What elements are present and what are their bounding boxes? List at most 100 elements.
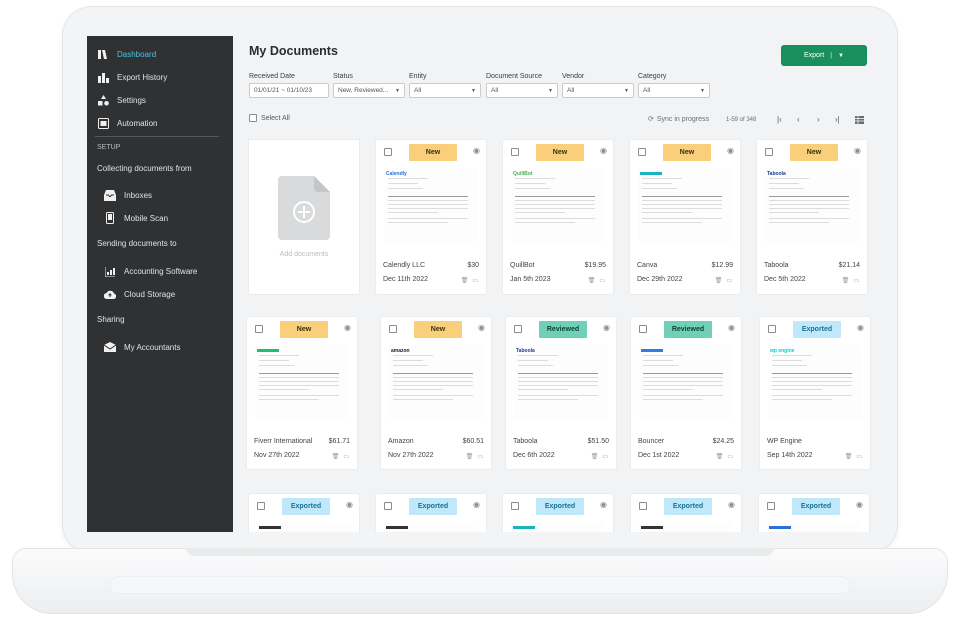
- document-line: [388, 188, 423, 189]
- document-line: [259, 373, 339, 374]
- sidebar-item-settings[interactable]: Settings: [97, 94, 146, 106]
- status-badge: Exported: [664, 498, 712, 515]
- date-range-input[interactable]: 01/01/21 ~ 01/10/23: [249, 83, 329, 98]
- eye-icon[interactable]: ◉: [727, 146, 734, 155]
- sidebar-item-dashboard[interactable]: Dashboard: [97, 48, 156, 60]
- document-card[interactable]: Exported ◉: [503, 494, 613, 532]
- document-line: [643, 399, 703, 400]
- document-checkbox[interactable]: [514, 325, 522, 333]
- document-card[interactable]: Exported ◉: [631, 494, 741, 532]
- tag-icon[interactable]: ▭: [599, 277, 605, 284]
- sidebar-item-mobile-scan[interactable]: Mobile Scan: [104, 212, 168, 224]
- select-all-checkbox[interactable]: [249, 114, 257, 122]
- document-checkbox[interactable]: [255, 325, 263, 333]
- document-card[interactable]: Reviewed ◉ Taboola Taboola $51.50 Dec 6th 202…: [506, 317, 616, 469]
- document-card[interactable]: New ◉ QuillBot QuillBot $19.95 Jan 5th 2023 🗑 ▭: [503, 140, 613, 294]
- document-card[interactable]: Exported ◉: [376, 494, 486, 532]
- document-checkbox[interactable]: [257, 502, 265, 510]
- vendor-logo: Taboola: [767, 171, 786, 177]
- trash-icon[interactable]: 🗑: [332, 453, 340, 460]
- document-checkbox[interactable]: [765, 148, 773, 156]
- chevron-down-icon[interactable]: ▼: [838, 53, 844, 59]
- eye-icon[interactable]: ◉: [344, 323, 351, 332]
- sidebar-item-my-accountants[interactable]: My Accountants: [104, 341, 180, 353]
- next-page-icon[interactable]: ›: [817, 115, 820, 124]
- document-line: [515, 208, 595, 209]
- tag-icon[interactable]: ▭: [477, 453, 483, 460]
- document-card[interactable]: Exported ◉: [249, 494, 359, 532]
- document-card[interactable]: New ◉ Canva $12.99 Dec 29th 2022 🗑 ▭: [630, 140, 740, 294]
- document-card[interactable]: New ◉ Calendly Calendly LLC $30 Dec 11th 2022…: [376, 140, 486, 294]
- first-page-icon[interactable]: |‹: [777, 115, 782, 124]
- document-card[interactable]: New ◉ Taboola Taboola $21.14 Dec 5th 2022 🗑 ▭: [757, 140, 867, 294]
- eye-icon[interactable]: ◉: [603, 323, 610, 332]
- eye-icon[interactable]: ◉: [600, 500, 607, 509]
- document-checkbox[interactable]: [767, 502, 775, 510]
- category-select[interactable]: All ▼: [638, 83, 710, 98]
- eye-icon[interactable]: ◉: [728, 323, 735, 332]
- eye-icon[interactable]: ◉: [478, 323, 485, 332]
- tag-icon[interactable]: ▭: [343, 453, 349, 460]
- trash-icon[interactable]: 🗑: [466, 453, 474, 460]
- document-line: [259, 360, 289, 361]
- bar-chart-icon: [97, 71, 109, 83]
- tag-icon[interactable]: ▭: [727, 453, 733, 460]
- tag-icon[interactable]: ▭: [472, 277, 478, 284]
- sidebar-item-automation[interactable]: Automation: [97, 117, 157, 129]
- status-badge: Exported: [793, 321, 841, 338]
- vendor-select[interactable]: All ▼: [562, 83, 634, 98]
- document-checkbox[interactable]: [639, 325, 647, 333]
- document-checkbox[interactable]: [511, 502, 519, 510]
- eye-icon[interactable]: ◉: [854, 146, 861, 155]
- tag-icon[interactable]: ▭: [856, 453, 862, 460]
- list-view-icon[interactable]: [855, 116, 864, 124]
- eye-icon[interactable]: ◉: [473, 146, 480, 155]
- document-card[interactable]: New ◉ amazon Amazon $60.51 Nov 27th 2022 🗑 ▭: [381, 317, 491, 469]
- tag-icon[interactable]: ▭: [726, 277, 732, 284]
- document-checkbox[interactable]: [639, 502, 647, 510]
- eye-icon[interactable]: ◉: [856, 500, 863, 509]
- trash-icon[interactable]: 🗑: [716, 453, 724, 460]
- vendor-logo: [641, 526, 663, 529]
- document-checkbox[interactable]: [511, 148, 519, 156]
- tag-icon[interactable]: ▭: [853, 277, 859, 284]
- document-card[interactable]: Exported ◉ wp engine WP Engine Sep 14th 2022…: [760, 317, 870, 469]
- eye-icon[interactable]: ◉: [728, 500, 735, 509]
- document-card[interactable]: Reviewed ◉ Bouncer $24.25 Dec 1st 2022 🗑 ▭: [631, 317, 741, 469]
- eye-icon[interactable]: ◉: [600, 146, 607, 155]
- vendor-logo: Calendly: [386, 171, 407, 177]
- document-source-select[interactable]: All ▼: [486, 83, 558, 98]
- document-card[interactable]: New ◉ Fiverr International $61.71 Nov 27th 2…: [247, 317, 357, 469]
- document-checkbox[interactable]: [768, 325, 776, 333]
- document-checkbox[interactable]: [384, 148, 392, 156]
- document-checkbox[interactable]: [638, 148, 646, 156]
- trash-icon[interactable]: 🗑: [461, 277, 469, 284]
- document-card[interactable]: Exported ◉: [759, 494, 869, 532]
- document-line: [643, 365, 678, 366]
- trash-icon[interactable]: 🗑: [845, 453, 853, 460]
- status-select[interactable]: New, Reviewed... ▼: [333, 83, 405, 98]
- sidebar-item-cloud-storage[interactable]: Cloud Storage: [104, 288, 175, 300]
- trash-icon[interactable]: 🗑: [588, 277, 596, 284]
- trash-icon[interactable]: 🗑: [591, 453, 599, 460]
- last-page-icon[interactable]: ›|: [835, 115, 840, 124]
- select-all[interactable]: Select All: [249, 114, 290, 122]
- entity-select[interactable]: All ▼: [409, 83, 481, 98]
- add-documents-card[interactable]: Add documents: [249, 140, 359, 294]
- document-checkbox[interactable]: [384, 502, 392, 510]
- eye-icon[interactable]: ◉: [857, 323, 864, 332]
- document-line: [515, 218, 595, 219]
- eye-icon[interactable]: ◉: [473, 500, 480, 509]
- document-line: [388, 200, 468, 201]
- trash-icon[interactable]: 🗑: [715, 277, 723, 284]
- sidebar-item-inboxes[interactable]: Inboxes: [104, 189, 152, 201]
- export-button[interactable]: Export | ▼: [781, 45, 867, 66]
- previous-page-icon[interactable]: ‹: [797, 115, 800, 124]
- eye-icon[interactable]: ◉: [346, 500, 353, 509]
- document-checkbox[interactable]: [389, 325, 397, 333]
- sidebar-item-accounting-software[interactable]: Accounting Software: [104, 265, 197, 277]
- sidebar-item-export-history[interactable]: Export History: [97, 71, 167, 83]
- document-thumbnail: [639, 522, 733, 532]
- trash-icon[interactable]: 🗑: [842, 277, 850, 284]
- tag-icon[interactable]: ▭: [602, 453, 608, 460]
